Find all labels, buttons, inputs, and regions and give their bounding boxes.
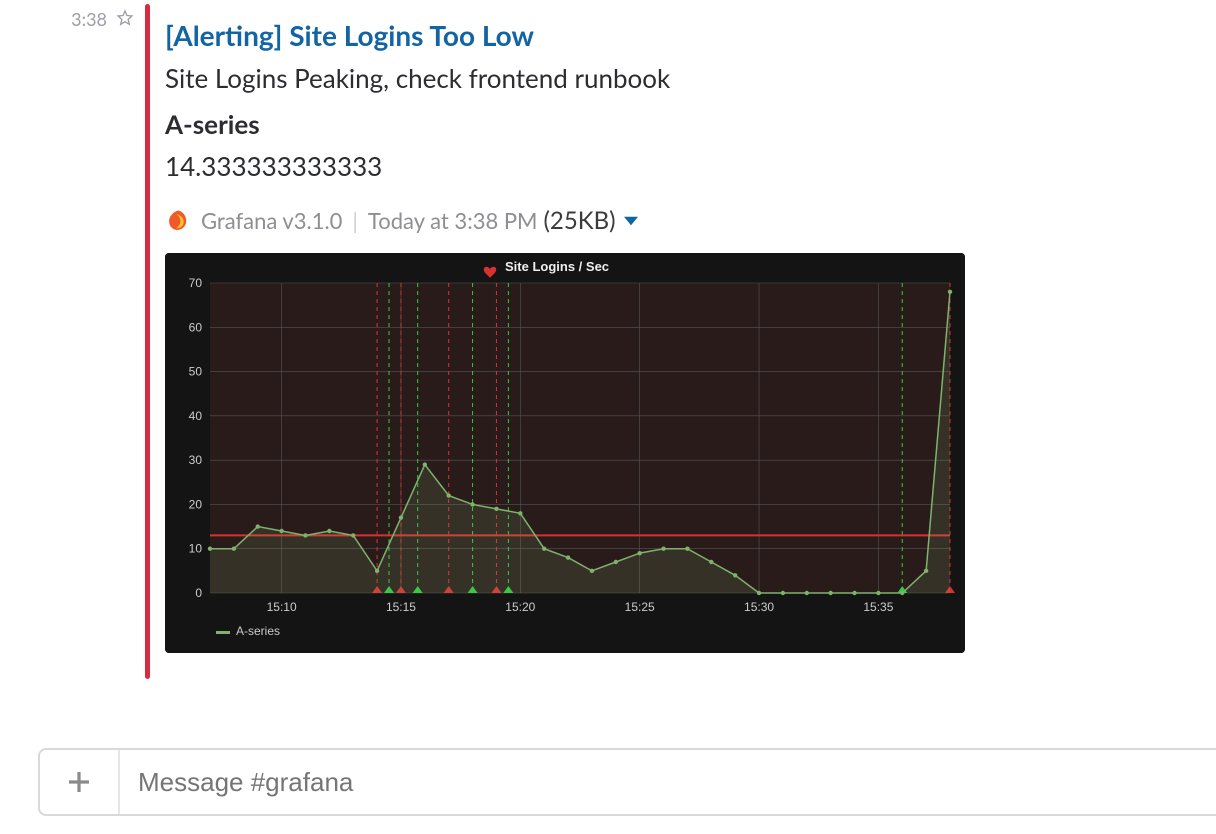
svg-text:15:25: 15:25	[625, 600, 655, 614]
svg-text:15:20: 15:20	[505, 600, 535, 614]
chart-panel: 0 10 20 30 40 50 60 70 15:10 15:15 15:20 15:25 15:30…	[165, 253, 965, 653]
svg-text:40: 40	[189, 409, 203, 423]
svg-text:20: 20	[189, 497, 203, 511]
svg-text:0: 0	[195, 586, 202, 600]
caret-down-icon[interactable]	[624, 214, 638, 228]
grafana-icon	[165, 208, 191, 234]
svg-text:Site Logins / Sec: Site Logins / Sec	[505, 259, 609, 274]
footer-app: Grafana v3.1.0	[201, 207, 342, 234]
footer-size: (25KB)	[544, 206, 616, 235]
svg-text:30: 30	[189, 453, 203, 467]
message-attachment: [Alerting] Site Logins Too Low Site Logi…	[145, 4, 965, 679]
footer-time: Today at 3:38 PM	[368, 207, 538, 234]
svg-text:15:30: 15:30	[744, 600, 774, 614]
series-label: A-series	[165, 108, 965, 140]
composer-input[interactable]	[120, 750, 1216, 814]
chart: 0 10 20 30 40 50 60 70 15:10 15:15 15:20 15:25 15:30…	[165, 253, 965, 653]
attachment-color-bar	[145, 4, 150, 679]
alert-description: Site Logins Peaking, check frontend runb…	[165, 62, 965, 94]
message-composer[interactable]	[38, 748, 1216, 816]
svg-text:15:10: 15:10	[267, 600, 297, 614]
alert-title-link[interactable]: [Alerting] Site Logins Too Low	[165, 18, 534, 52]
footer-separator: |	[352, 207, 358, 234]
attachment-footer: Grafana v3.1.0 | Today at 3:38 PM (25KB)	[165, 206, 965, 235]
svg-text:10: 10	[189, 542, 203, 556]
svg-text:15:35: 15:35	[863, 600, 893, 614]
slack-message: 3:38 [Alerting] Site Logins Too Low Site…	[0, 0, 1216, 679]
plus-icon	[64, 767, 94, 797]
svg-text:60: 60	[189, 320, 203, 334]
svg-text:50: 50	[189, 365, 203, 379]
svg-text:15:15: 15:15	[386, 600, 416, 614]
star-icon[interactable]	[115, 8, 135, 28]
svg-text:70: 70	[189, 276, 203, 290]
message-gutter: 3:38	[0, 4, 135, 30]
composer-plus-button[interactable]	[40, 750, 120, 814]
series-value: 14.333333333333	[165, 150, 965, 182]
message-time: 3:38	[71, 8, 107, 30]
svg-text:A-series: A-series	[236, 624, 280, 638]
